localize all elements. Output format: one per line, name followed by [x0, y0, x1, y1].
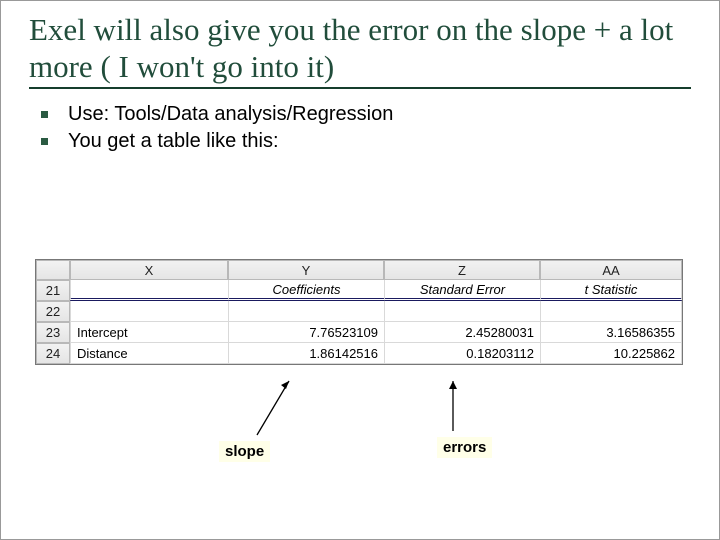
table-row: 22 — [36, 301, 682, 322]
cell-distance-t: 10.225862 — [540, 343, 682, 364]
callout-slope: slope — [219, 441, 270, 462]
cell — [70, 301, 228, 322]
cell-tstat-header: t Statistic — [540, 280, 682, 301]
cell-intercept-t: 3.16586355 — [540, 322, 682, 343]
spreadsheet-screenshot: X Y Z AA 21 Coefficients Standard Error … — [35, 259, 683, 365]
col-header-z: Z — [384, 260, 540, 280]
col-header-y: Y — [228, 260, 384, 280]
corner-cell — [36, 260, 70, 280]
cell — [384, 301, 540, 322]
bullet-list: Use: Tools/Data analysis/Regression You … — [41, 103, 691, 153]
col-header-x: X — [70, 260, 228, 280]
cell-distance-label: Distance — [70, 343, 228, 364]
row-number: 24 — [36, 343, 70, 364]
slide-title: Exel will also give you the error on the… — [29, 11, 691, 85]
cell — [540, 301, 682, 322]
arrow-icon — [253, 375, 309, 441]
cell-intercept-coef: 7.76523109 — [228, 322, 384, 343]
bullet-item: You get a table like this: — [41, 130, 691, 153]
bullet-item: Use: Tools/Data analysis/Regression — [41, 103, 691, 126]
cell — [228, 301, 384, 322]
cell — [70, 280, 228, 301]
table-row: 24 Distance 1.86142516 0.18203112 10.225… — [36, 343, 682, 364]
col-header-aa: AA — [540, 260, 682, 280]
cell-distance-coef: 1.86142516 — [228, 343, 384, 364]
cell-coefficients-header: Coefficients — [228, 280, 384, 301]
table-row: 21 Coefficients Standard Error t Statist… — [36, 280, 682, 301]
row-number: 23 — [36, 322, 70, 343]
table-row: 23 Intercept 7.76523109 2.45280031 3.165… — [36, 322, 682, 343]
cell-stderr-header: Standard Error — [384, 280, 540, 301]
row-number: 22 — [36, 301, 70, 322]
cell-intercept-label: Intercept — [70, 322, 228, 343]
column-header-row: X Y Z AA — [36, 260, 682, 280]
title-block: Exel will also give you the error on the… — [29, 11, 691, 89]
cell-intercept-se: 2.45280031 — [384, 322, 540, 343]
slide: Exel will also give you the error on the… — [0, 0, 720, 540]
arrow-icon — [449, 375, 457, 441]
cell-distance-se: 0.18203112 — [384, 343, 540, 364]
bullet-icon — [41, 138, 48, 145]
bullet-text: You get a table like this: — [68, 130, 279, 153]
callout-errors: errors — [437, 437, 492, 458]
bullet-icon — [41, 111, 48, 118]
row-number: 21 — [36, 280, 70, 301]
bullet-text: Use: Tools/Data analysis/Regression — [68, 103, 393, 126]
